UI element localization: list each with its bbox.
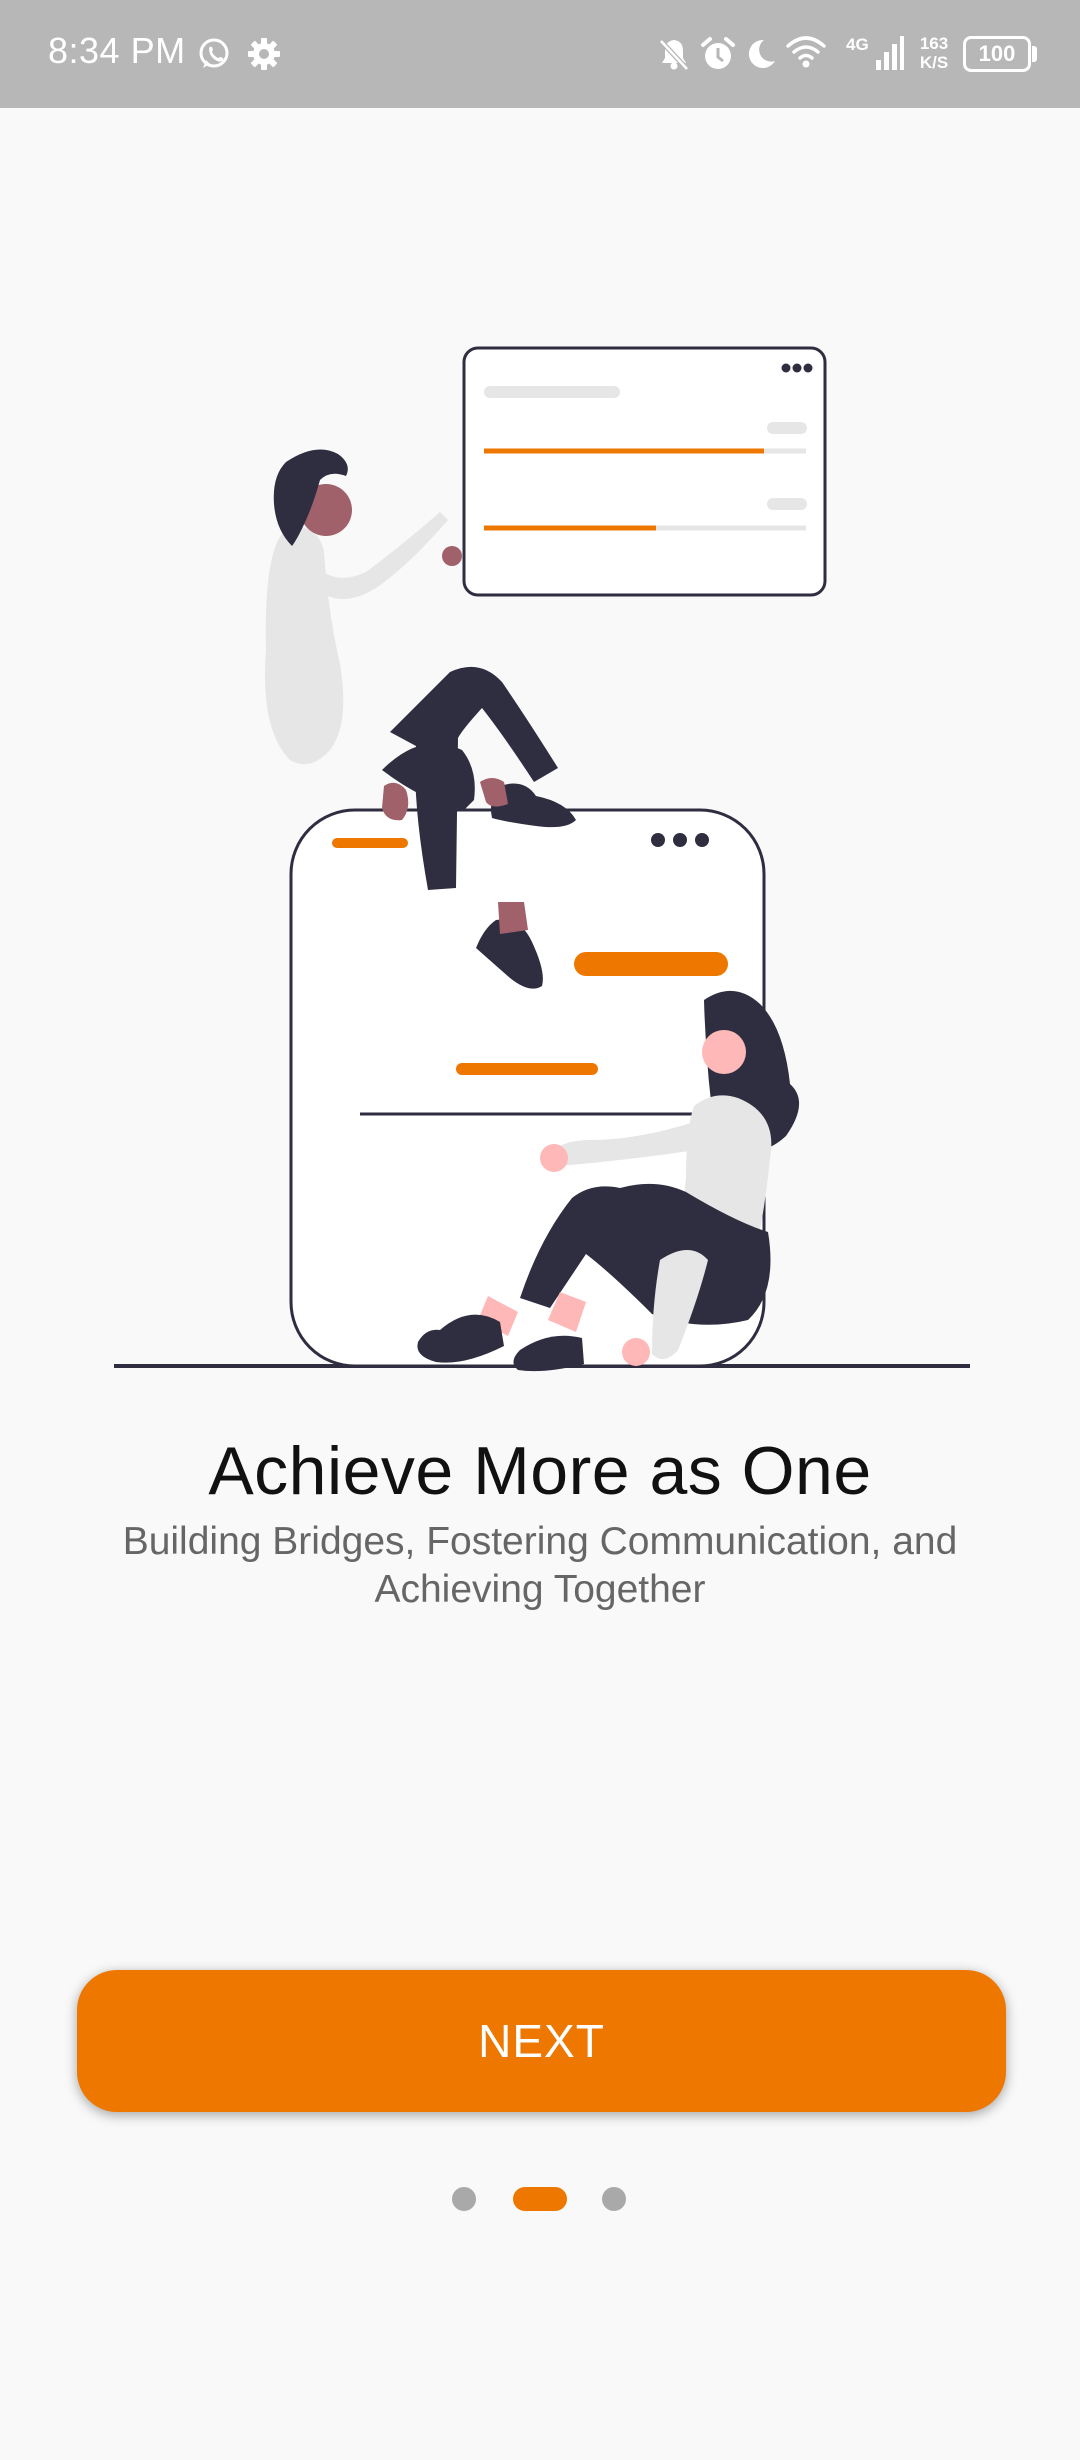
page-dot-1[interactable] bbox=[452, 2187, 476, 2211]
onboarding-title: Achieve More as One bbox=[208, 1433, 872, 1509]
page-dot-3[interactable] bbox=[602, 2187, 626, 2211]
next-button[interactable]: NEXT bbox=[77, 1970, 1006, 2112]
alarm-icon bbox=[700, 36, 736, 72]
onboarding-illustration bbox=[100, 330, 980, 1390]
status-bar: 8:34 PM 4G 163 K/S 100 bbox=[0, 0, 1080, 108]
notifications-muted-icon bbox=[656, 36, 692, 72]
battery-tip bbox=[1032, 46, 1037, 62]
onboarding-subtitle: Building Bridges, Fostering Communicatio… bbox=[122, 1520, 958, 1611]
page-indicator bbox=[0, 2184, 1080, 2214]
battery-icon: 100 bbox=[963, 36, 1031, 72]
page-dot-2-active[interactable] bbox=[513, 2187, 567, 2211]
cellular-signal-icon: 4G bbox=[846, 34, 904, 74]
settings-gear-icon bbox=[246, 36, 282, 72]
do-not-disturb-moon-icon bbox=[742, 36, 778, 72]
wifi-icon bbox=[786, 34, 826, 70]
battery-level: 100 bbox=[978, 41, 1016, 66]
network-speed-indicator: 163 K/S bbox=[916, 34, 952, 72]
whatsapp-icon bbox=[196, 36, 232, 72]
network-speed-value: 163 bbox=[919, 34, 949, 53]
network-type-label: 4G bbox=[846, 35, 869, 54]
status-time: 8:34 PM bbox=[48, 30, 186, 71]
network-speed-unit: K/S bbox=[919, 53, 949, 72]
